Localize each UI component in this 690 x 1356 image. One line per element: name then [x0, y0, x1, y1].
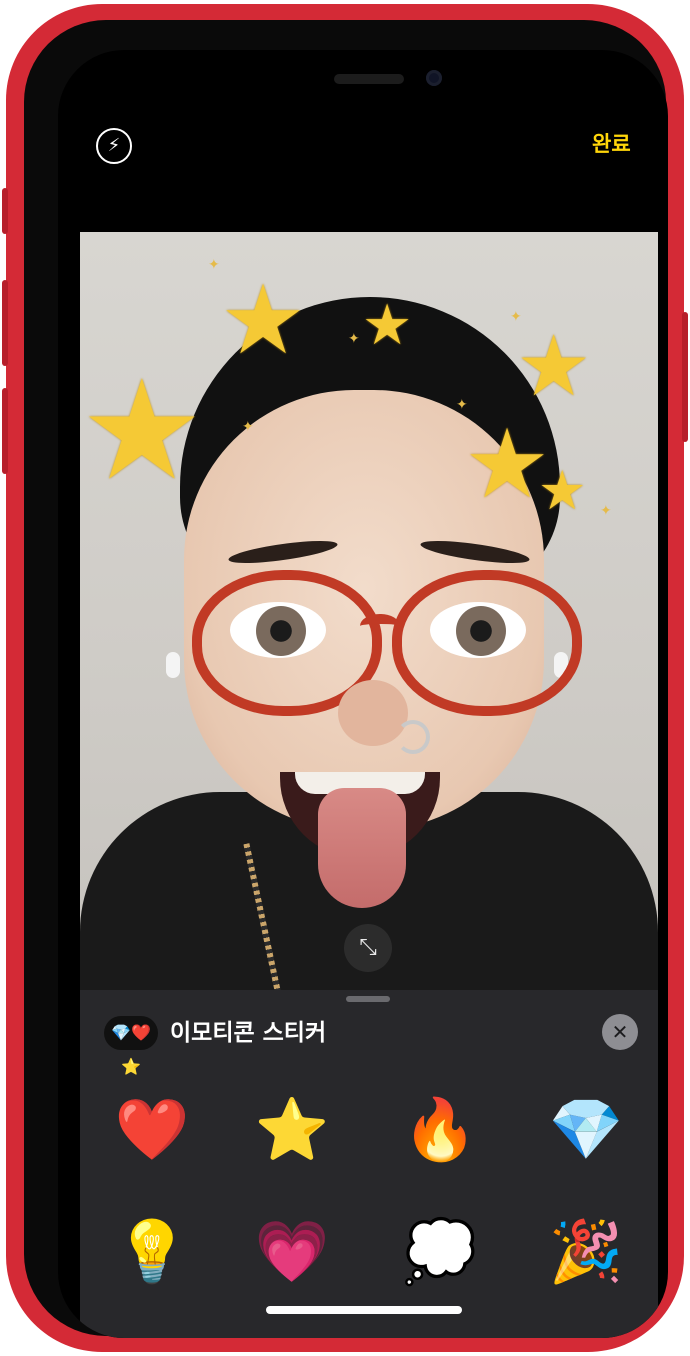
close-button[interactable]: ✕: [602, 1014, 638, 1050]
sticker-thought-cloud[interactable]: 💭: [390, 1202, 490, 1302]
star-sticker: ★: [516, 317, 592, 415]
star-sticker-large: ★: [80, 350, 204, 511]
front-camera: [426, 70, 442, 86]
sticker-lightbulb[interactable]: 💡: [102, 1202, 202, 1302]
sparkle-icon: ✦: [600, 503, 612, 519]
sticker-pack-title: 이모티콘 스티커: [170, 1020, 327, 1046]
flash-icon: ⚡: [107, 135, 121, 156]
sticker-gem[interactable]: 💎: [536, 1080, 636, 1180]
sticker-fire[interactable]: 🔥: [390, 1080, 490, 1180]
sticker-party-popper[interactable]: 🎉: [536, 1202, 636, 1302]
left-earpod: [166, 652, 180, 678]
expand-icon: ⤡: [359, 935, 377, 960]
glasses-bridge: [360, 614, 400, 638]
memoji-preview: ★ ★ ★ ★ ★ ★ ✦ ✦ ✦ ✦ ✦ ✦ ⤡: [80, 232, 658, 1002]
done-button[interactable]: 완료: [592, 128, 631, 158]
volume-down-button: [2, 388, 8, 474]
sticker-star[interactable]: ⭐: [242, 1080, 342, 1180]
sparkle-icon: ✦: [456, 397, 468, 413]
sheet-grabber[interactable]: [346, 996, 390, 1002]
sparkle-icon: ✦: [510, 309, 522, 325]
flash-button[interactable]: ⚡: [96, 128, 132, 164]
home-indicator[interactable]: [266, 1306, 462, 1314]
sparkle-icon: ✦: [208, 257, 220, 273]
speaker: [334, 74, 404, 84]
nose-ring: [396, 720, 430, 754]
expand-button[interactable]: ⤡: [344, 924, 392, 972]
right-lens: [392, 570, 582, 716]
sticker-pack-icon: 💎❤️⭐: [104, 1016, 158, 1076]
sticker-sheet: 💎❤️⭐ 이모티콘 스티커 ✕ ❤️ ⭐ 🔥 💎 💡 💗 💭 🎉: [80, 990, 658, 1338]
screen: ⚡ 완료 ★ ★ ★ ★ ★ ★ ✦ ✦ ✦ ✦ ✦ ✦ ⤡ 💎❤️⭐ 이모티콘…: [58, 50, 668, 1338]
sticker-pink-heart[interactable]: 💗: [242, 1202, 342, 1302]
sparkle-icon: ✦: [348, 331, 360, 347]
sparkle-icon: ✦: [242, 419, 254, 435]
star-sticker-small: ★: [362, 293, 413, 358]
bezel: ⚡ 완료 ★ ★ ★ ★ ★ ★ ✦ ✦ ✦ ✦ ✦ ✦ ⤡ 💎❤️⭐ 이모티콘…: [24, 20, 668, 1338]
star-sticker-small: ★: [538, 459, 587, 522]
sticker-heart[interactable]: ❤️: [102, 1080, 202, 1180]
close-icon: ✕: [611, 1020, 629, 1044]
side-button: [682, 312, 688, 442]
silent-switch: [2, 188, 8, 234]
star-sticker: ★: [220, 264, 307, 376]
phone-frame: ⚡ 완료 ★ ★ ★ ★ ★ ★ ✦ ✦ ✦ ✦ ✦ ✦ ⤡ 💎❤️⭐ 이모티콘…: [2, 4, 688, 1352]
volume-up-button: [2, 280, 8, 366]
memoji-tongue: [318, 788, 406, 908]
